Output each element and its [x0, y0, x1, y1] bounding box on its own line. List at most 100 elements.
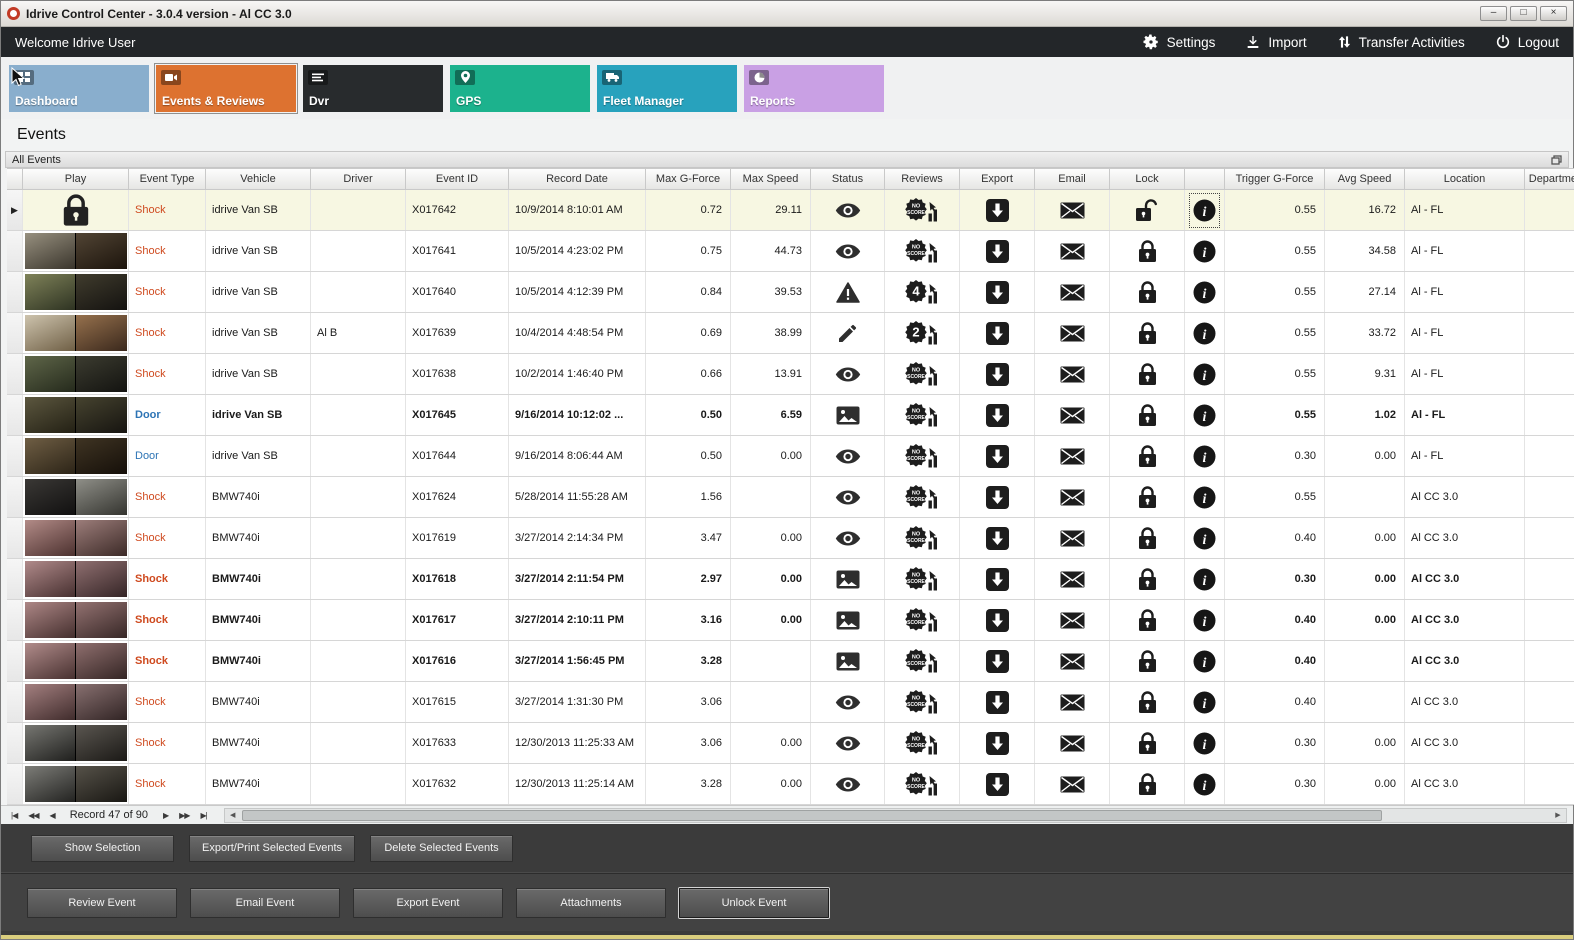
nav-tile-gps[interactable]: GPS [450, 64, 590, 112]
export-icon[interactable] [985, 444, 1009, 468]
column-header-max-speed[interactable]: Max Speed [731, 168, 811, 190]
table-row[interactable]: ▶ Shock idrive Van SB X017642 10/9/2014 8:10… [7, 190, 1574, 231]
review-event-button[interactable]: Review Event [27, 887, 177, 918]
event-thumbnail[interactable] [24, 643, 127, 679]
lock-icon[interactable] [1138, 403, 1157, 427]
export-icon[interactable] [985, 198, 1009, 222]
export-print-selected-button[interactable]: Export/Print Selected Events [189, 834, 356, 862]
info-icon[interactable]: i [1193, 281, 1216, 304]
no-score-badge-icon[interactable]: NO SCORE [905, 648, 939, 674]
photo-icon[interactable] [836, 570, 860, 589]
column-header-blank[interactable] [1185, 168, 1225, 190]
nav-tile-dvr[interactable]: Dvr [303, 64, 443, 112]
event-thumbnail[interactable] [24, 766, 127, 802]
show-selection-button[interactable]: Show Selection [31, 834, 174, 862]
email-icon[interactable] [1060, 366, 1085, 383]
email-icon[interactable] [1060, 735, 1085, 752]
nav-tile-events-reviews[interactable]: Events & Reviews [156, 64, 296, 112]
no-score-badge-icon[interactable]: NO SCORE [905, 607, 939, 633]
column-header-record-date[interactable]: Record Date [509, 168, 646, 190]
pencil-icon[interactable] [837, 323, 858, 344]
export-icon[interactable] [985, 567, 1009, 591]
table-row[interactable]: Shock idrive Van SB X017641 10/5/2014 4:23:… [7, 231, 1574, 272]
column-header-email[interactable]: Email [1035, 168, 1110, 190]
event-thumbnail[interactable] [24, 397, 127, 433]
lock-icon[interactable] [1138, 731, 1157, 755]
lock-icon[interactable] [1138, 280, 1157, 304]
lock-icon[interactable] [1138, 608, 1157, 632]
table-row[interactable]: Shock idrive Van SB X017638 10/2/2014 1:46:… [7, 354, 1574, 395]
lock-icon[interactable] [1138, 649, 1157, 673]
column-header-department[interactable]: Department [1525, 168, 1574, 190]
export-icon[interactable] [985, 321, 1009, 345]
nav-prev-button[interactable]: ◀ [46, 811, 59, 820]
nav-tile-reports[interactable]: Reports [744, 64, 884, 112]
email-icon[interactable] [1060, 776, 1085, 793]
table-row[interactable]: Door idrive Van SB X017644 9/16/2014 8:06:4… [7, 436, 1574, 477]
lock-icon[interactable] [1138, 444, 1157, 468]
eye-icon[interactable] [835, 367, 861, 382]
logout-button[interactable]: Logout [1495, 33, 1559, 51]
photo-icon[interactable] [836, 406, 860, 425]
eye-icon[interactable] [835, 203, 861, 218]
event-thumbnail[interactable] [24, 520, 127, 556]
table-row[interactable]: Shock BMW740i X017624 5/28/2014 11:55:28 AM… [7, 477, 1574, 518]
table-row[interactable]: Shock idrive Van SB X017640 10/5/2014 4:12:… [7, 272, 1574, 313]
table-row[interactable]: Shock BMW740i X017618 3/27/2014 2:11:54 PM 2… [7, 559, 1574, 600]
event-thumbnail[interactable] [24, 233, 127, 269]
attachments-button[interactable]: Attachments [516, 887, 666, 918]
unlock-event-button[interactable]: Unlock Event [679, 887, 829, 918]
lock-icon[interactable] [1138, 772, 1157, 796]
lock-icon[interactable] [1138, 690, 1157, 714]
locked-event-icon[interactable] [62, 194, 90, 227]
table-row[interactable]: Shock BMW740i X017616 3/27/2014 1:56:45 PM 3… [7, 641, 1574, 682]
email-event-button[interactable]: Email Event [190, 887, 340, 918]
scroll-left-icon[interactable]: ◀ [225, 811, 241, 819]
table-row[interactable]: Shock BMW740i X017619 3/27/2014 2:14:34 PM 3… [7, 518, 1574, 559]
column-header-location[interactable]: Location [1405, 168, 1525, 190]
column-header-event-id[interactable]: Event ID [406, 168, 509, 190]
score-badge-icon[interactable]: 4 [905, 279, 939, 305]
lock-icon[interactable] [1138, 362, 1157, 386]
delete-selected-button[interactable]: Delete Selected Events [370, 834, 514, 862]
scrollbar-thumb[interactable] [241, 809, 1382, 821]
lock-icon[interactable] [1138, 526, 1157, 550]
email-icon[interactable] [1060, 202, 1085, 219]
email-icon[interactable] [1060, 571, 1085, 588]
column-header-status[interactable]: Status [811, 168, 885, 190]
email-icon[interactable] [1060, 407, 1085, 424]
table-row[interactable]: Shock BMW740i X017632 12/30/2013 11:25:14 A… [7, 764, 1574, 805]
info-icon[interactable]: i [1193, 240, 1216, 263]
column-header-play[interactable]: Play [23, 168, 129, 190]
photo-icon[interactable] [836, 611, 860, 630]
email-icon[interactable] [1060, 489, 1085, 506]
email-icon[interactable] [1060, 653, 1085, 670]
column-header-blank[interactable] [7, 168, 23, 190]
info-icon[interactable]: i [1193, 732, 1216, 755]
table-row[interactable]: Shock BMW740i X017633 12/30/2013 11:25:33 A… [7, 723, 1574, 764]
no-score-badge-icon[interactable]: NO SCORE [905, 238, 939, 264]
close-button[interactable]: × [1540, 6, 1567, 21]
export-icon[interactable] [985, 772, 1009, 796]
export-icon[interactable] [985, 526, 1009, 550]
lock-icon[interactable] [1138, 321, 1157, 345]
info-icon[interactable]: i [1193, 404, 1216, 427]
event-thumbnail[interactable] [24, 438, 127, 474]
column-header-trigger-g-force[interactable]: Trigger G-Force [1225, 168, 1325, 190]
transfer-activities-button[interactable]: Transfer Activities [1337, 33, 1465, 51]
export-icon[interactable] [985, 403, 1009, 427]
no-score-badge-icon[interactable]: NO SCORE [905, 771, 939, 797]
nav-next-page-button[interactable]: ▶▶ [175, 811, 193, 820]
minimize-button[interactable]: – [1480, 6, 1507, 21]
info-icon[interactable]: i [1193, 773, 1216, 796]
email-icon[interactable] [1060, 325, 1085, 342]
export-icon[interactable] [985, 731, 1009, 755]
export-icon[interactable] [985, 608, 1009, 632]
settings-button[interactable]: Settings [1142, 33, 1215, 51]
info-icon[interactable]: i [1193, 650, 1216, 673]
nav-next-button[interactable]: ▶ [159, 811, 172, 820]
table-row[interactable]: Door idrive Van SB X017645 9/16/2014 10:12:… [7, 395, 1574, 436]
horizontal-scrollbar[interactable]: ◀ ▶ [223, 807, 1567, 823]
column-header-lock[interactable]: Lock [1110, 168, 1185, 190]
no-score-badge-icon[interactable]: NO SCORE [905, 566, 939, 592]
